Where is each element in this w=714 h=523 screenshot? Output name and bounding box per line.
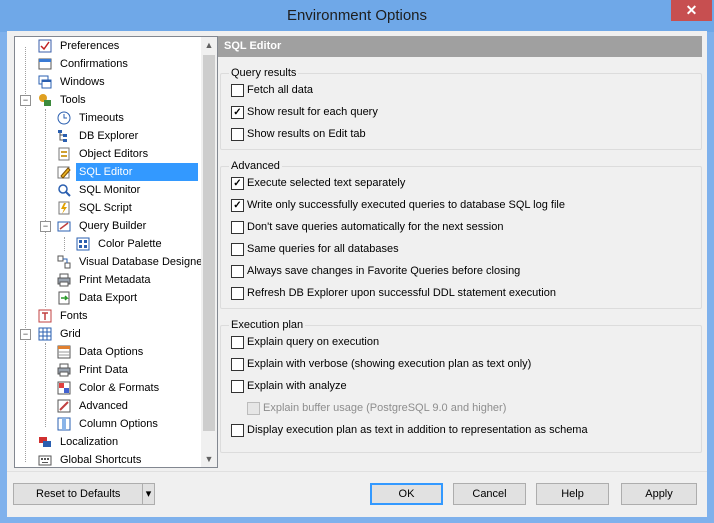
sql-monitor-icon xyxy=(57,183,71,197)
scroll-up-icon[interactable]: ▲ xyxy=(201,37,217,53)
checkbox-box[interactable] xyxy=(231,336,244,349)
checkbox-box[interactable] xyxy=(231,128,244,141)
advanced-group: Advanced ✓ Execute selected text separat… xyxy=(220,160,702,309)
execution-plan-title: Execution plan xyxy=(229,319,306,331)
query-builder-icon xyxy=(57,219,71,233)
object-editors-icon xyxy=(57,147,71,161)
section-header: SQL Editor xyxy=(218,36,702,57)
timeouts-icon xyxy=(57,111,71,125)
tree-guide-line xyxy=(45,109,46,307)
windows-icon xyxy=(38,75,52,89)
color-formats-icon xyxy=(57,381,71,395)
checkbox-box[interactable] xyxy=(231,221,244,234)
chevron-down-icon: ▾ xyxy=(145,488,152,500)
title-bar[interactable]: Environment Options ✕ xyxy=(0,0,714,32)
grid-expander[interactable]: − xyxy=(20,329,31,340)
scroll-down-icon[interactable]: ▼ xyxy=(201,451,217,467)
print-metadata-icon xyxy=(57,273,71,287)
checkbox-box[interactable] xyxy=(231,287,244,300)
grid-icon xyxy=(38,327,52,341)
checkbox-box[interactable]: ✓ xyxy=(231,106,244,119)
window-title: Environment Options xyxy=(286,7,428,24)
ok-button[interactable]: OK xyxy=(370,483,443,505)
fonts-icon xyxy=(38,309,52,323)
bottom-separator xyxy=(7,471,707,472)
checkbox-box[interactable]: ✓ xyxy=(231,199,244,212)
data-options-icon xyxy=(57,345,71,359)
sql-script-icon xyxy=(57,201,71,215)
checkbox-box[interactable] xyxy=(231,243,244,256)
checkbox-box[interactable] xyxy=(231,380,244,393)
localization-icon xyxy=(38,435,52,449)
reset-to-defaults-button[interactable]: Reset to Defaults xyxy=(13,483,143,505)
visual-database-designer-icon xyxy=(57,255,71,269)
dialog-client: − − − Preferences Confirmations Windows … xyxy=(7,31,707,517)
apply-button[interactable]: Apply xyxy=(621,483,697,505)
db-explorer-icon xyxy=(57,129,71,143)
options-tree[interactable]: − − − Preferences Confirmations Windows … xyxy=(14,36,218,468)
advanced-icon xyxy=(57,399,71,413)
data-export-icon xyxy=(57,291,71,305)
cancel-button[interactable]: Cancel xyxy=(453,483,526,505)
column-options-icon xyxy=(57,417,71,431)
query-results-group: Query results Fetch all data ✓ Show resu… xyxy=(220,67,702,150)
preferences-icon xyxy=(38,39,52,53)
checkbox-box xyxy=(247,402,260,415)
close-button[interactable]: ✕ xyxy=(671,0,712,21)
checkbox-box[interactable]: ✓ xyxy=(231,177,244,190)
help-button[interactable]: Help xyxy=(536,483,609,505)
tree-guide-line xyxy=(25,47,26,462)
execution-plan-group: Execution plan Explain query on executio… xyxy=(220,319,702,453)
checkbox-box[interactable] xyxy=(231,358,244,371)
tree-scrollbar[interactable]: ▲ ▼ xyxy=(201,37,217,467)
checkbox-box[interactable] xyxy=(231,424,244,437)
query-results-title: Query results xyxy=(229,67,299,79)
advanced-title: Advanced xyxy=(229,160,282,172)
print-data-icon xyxy=(57,363,71,377)
tools-expander[interactable]: − xyxy=(20,95,31,106)
sql-editor-icon xyxy=(57,165,71,179)
query-builder-expander[interactable]: − xyxy=(40,221,51,232)
color-palette-icon xyxy=(76,237,90,251)
tree-guide-line xyxy=(45,343,46,427)
tools-icon xyxy=(38,93,52,107)
environment-options-window: Environment Options ✕ − − − Preferences … xyxy=(0,0,714,523)
reset-dropdown-button[interactable]: ▾ xyxy=(142,483,155,505)
scrollbar-thumb[interactable] xyxy=(203,55,215,431)
checkbox-box[interactable] xyxy=(231,84,244,97)
global-shortcuts-icon xyxy=(38,453,52,467)
confirmations-icon xyxy=(38,57,52,71)
checkbox-box[interactable] xyxy=(231,265,244,278)
tree-guide-line xyxy=(64,237,65,251)
